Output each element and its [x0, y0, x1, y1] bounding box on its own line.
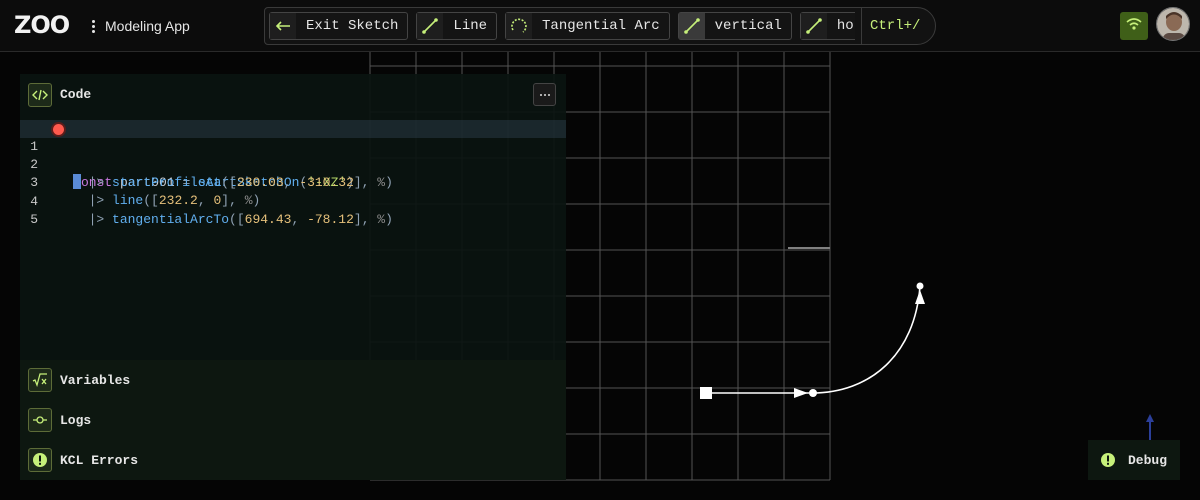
code-editor[interactable]: 1 onst part001 = startSketchOn('-XZ') 2 … [20, 119, 566, 360]
axis-gizmo [1146, 414, 1154, 440]
vertical-label: vertical [714, 18, 782, 34]
sqrt-x-icon [28, 368, 52, 392]
app-title: Modeling App [105, 18, 190, 34]
breakpoint-icon[interactable] [53, 124, 64, 135]
kcl-errors-title: KCL Errors [60, 453, 139, 468]
horizontal-label: horizontal [836, 18, 855, 34]
logs-title: Logs [60, 413, 92, 428]
kcl-errors-pane-toggle[interactable]: KCL Errors [20, 440, 566, 480]
vertical-button[interactable]: vertical [677, 12, 792, 40]
commit-icon [28, 408, 52, 432]
tangential-arc-segment[interactable] [811, 285, 921, 394]
exclamation-icon [28, 448, 52, 472]
kebab-icon [90, 19, 97, 33]
variables-pane-toggle[interactable]: Variables [20, 360, 566, 400]
line-icon [678, 13, 705, 39]
logo[interactable]: ZOO [14, 11, 70, 39]
code-line[interactable]: 2 |> startProfileAt([230.03, -310.32], %… [20, 138, 566, 190]
debug-pane-toggle[interactable]: Debug [1088, 440, 1180, 480]
debug-title: Debug [1128, 453, 1168, 468]
segment-end-handle[interactable] [809, 389, 817, 397]
shortcut-label: Ctrl+/ [870, 18, 921, 34]
arrow-left-icon [270, 13, 296, 39]
line-icon [800, 13, 827, 39]
line-number: 5 [30, 212, 38, 227]
code-pane: Code 1 onst part001 = startSketchOn('-XZ… [20, 74, 566, 360]
network-status-button[interactable] [1120, 12, 1148, 40]
line-icon [417, 13, 444, 39]
sketch-toolbar: Exit Sketch Line Tangential Arc vertical [264, 7, 936, 45]
arc-arrow-icon [915, 290, 925, 304]
code-line[interactable]: 1 onst part001 = startSketchOn('-XZ') [20, 120, 566, 190]
tangential-arc-button[interactable]: Tangential Arc [505, 12, 670, 40]
code-icon [28, 83, 52, 107]
code-text: |> tangentialArcTo([694.43, -78.12], %) [73, 212, 393, 227]
exit-sketch-label: Exit Sketch [306, 18, 399, 34]
line-label: Line [453, 18, 488, 34]
wifi-icon [1125, 17, 1143, 36]
exclamation-icon [1096, 448, 1120, 472]
logo-text: ZOO [14, 11, 70, 39]
more-options-button[interactable] [533, 83, 556, 106]
tangential-arc-icon [506, 13, 533, 39]
segment-arrow-icon [794, 388, 808, 398]
top-bar: ZOO Modeling App Exit Sketch Line Tangen… [0, 0, 1200, 52]
line-button[interactable]: Line [416, 12, 498, 40]
exit-sketch-button[interactable]: Exit Sketch [269, 12, 409, 40]
code-line[interactable]: 4 |> tangentialArcTo([694.43, -78.12], %… [20, 175, 566, 227]
tangential-arc-label: Tangential Arc [542, 18, 660, 34]
code-line[interactable]: 3 |> line([232.2, 0], %) [20, 156, 566, 208]
toolbar-items: Exit Sketch Line Tangential Arc vertical [269, 12, 855, 40]
code-pane-header: Code [20, 74, 566, 118]
shortcut-hint[interactable]: Ctrl+/ [861, 8, 935, 44]
logs-pane-toggle[interactable]: Logs [20, 400, 566, 440]
variables-title: Variables [60, 373, 131, 388]
code-pane-title: Code [60, 87, 92, 102]
user-avatar[interactable] [1156, 7, 1190, 41]
app-menu[interactable]: Modeling App [90, 15, 190, 37]
profile-start-handle[interactable] [700, 387, 712, 399]
code-line[interactable]: 5 [20, 193, 566, 227]
arc-end-handle[interactable] [916, 282, 924, 290]
horizontal-button[interactable]: horizontal [799, 12, 855, 40]
